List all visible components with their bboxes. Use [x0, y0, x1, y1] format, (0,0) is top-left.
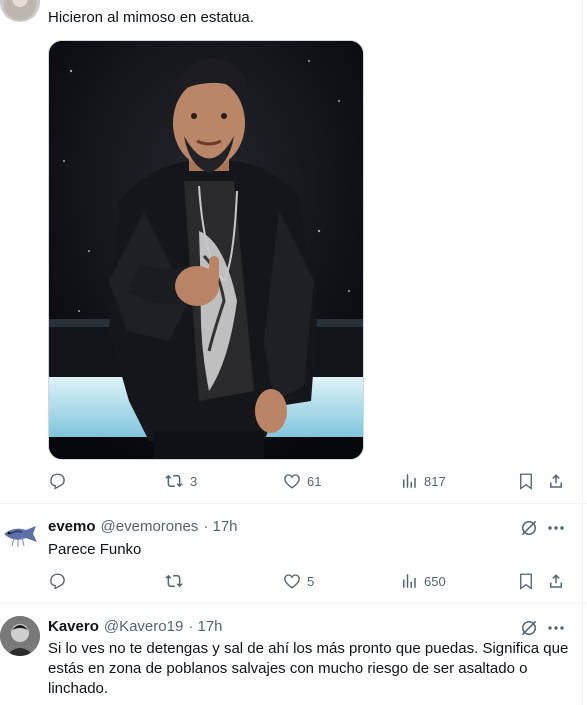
reply-button[interactable]	[48, 572, 66, 590]
like-count: 61	[307, 473, 322, 489]
display-name[interactable]: Kavero	[48, 618, 99, 635]
reply-icon	[48, 572, 66, 590]
views-count: 817	[424, 473, 446, 489]
avatar[interactable]	[0, 516, 40, 556]
tweet-text: Parece Funko	[48, 541, 142, 558]
share-icon[interactable]	[547, 472, 565, 490]
share-icon[interactable]	[547, 572, 565, 590]
tweet-header: evemo @evemorones · 17h	[48, 518, 238, 535]
column-border	[582, 0, 583, 705]
like-count: 5	[307, 573, 315, 589]
avatar[interactable]	[0, 0, 40, 22]
reply-button[interactable]	[48, 472, 72, 490]
heart-icon	[283, 472, 301, 490]
repost-button[interactable]	[164, 572, 184, 590]
user-handle[interactable]: @Kavero19	[104, 618, 183, 635]
views-button[interactable]: 817	[400, 472, 446, 490]
like-button[interactable]: 5	[283, 572, 314, 590]
divider	[0, 503, 587, 504]
user-handle[interactable]: @evemorones	[101, 518, 199, 535]
bookmark-icon[interactable]	[517, 572, 535, 590]
repost-button[interactable]: 3	[164, 472, 197, 490]
views-count: 650	[424, 573, 446, 589]
more-icon[interactable]	[547, 622, 565, 634]
grok-icon[interactable]	[519, 618, 539, 638]
tweet-text: Hicieron al mimoso en estatua.	[48, 9, 254, 26]
views-icon	[400, 472, 418, 490]
timestamp[interactable]: · 17h	[188, 618, 222, 635]
timestamp[interactable]: · 17h	[203, 518, 237, 535]
grok-icon[interactable]	[519, 518, 539, 538]
tweet-text: Si lo ves no te detengas y sal de ahí lo…	[48, 640, 569, 697]
repost-icon	[164, 572, 184, 590]
repost-count: 3	[190, 473, 198, 489]
more-icon[interactable]	[547, 522, 565, 534]
views-icon	[400, 572, 418, 590]
views-button[interactable]: 650	[400, 572, 446, 590]
more-icon[interactable]	[543, 0, 561, 4]
like-button[interactable]: 61	[283, 472, 321, 490]
tweet-header: Kavero @Kavero19 · 17h	[48, 618, 223, 635]
avatar[interactable]	[0, 616, 40, 656]
divider	[0, 603, 587, 604]
tweet-image[interactable]	[48, 40, 364, 460]
bookmark-icon[interactable]	[517, 472, 535, 490]
heart-icon	[283, 572, 301, 590]
display-name[interactable]: evemo	[48, 518, 96, 535]
repost-icon	[164, 472, 184, 490]
reply-icon	[48, 472, 66, 490]
